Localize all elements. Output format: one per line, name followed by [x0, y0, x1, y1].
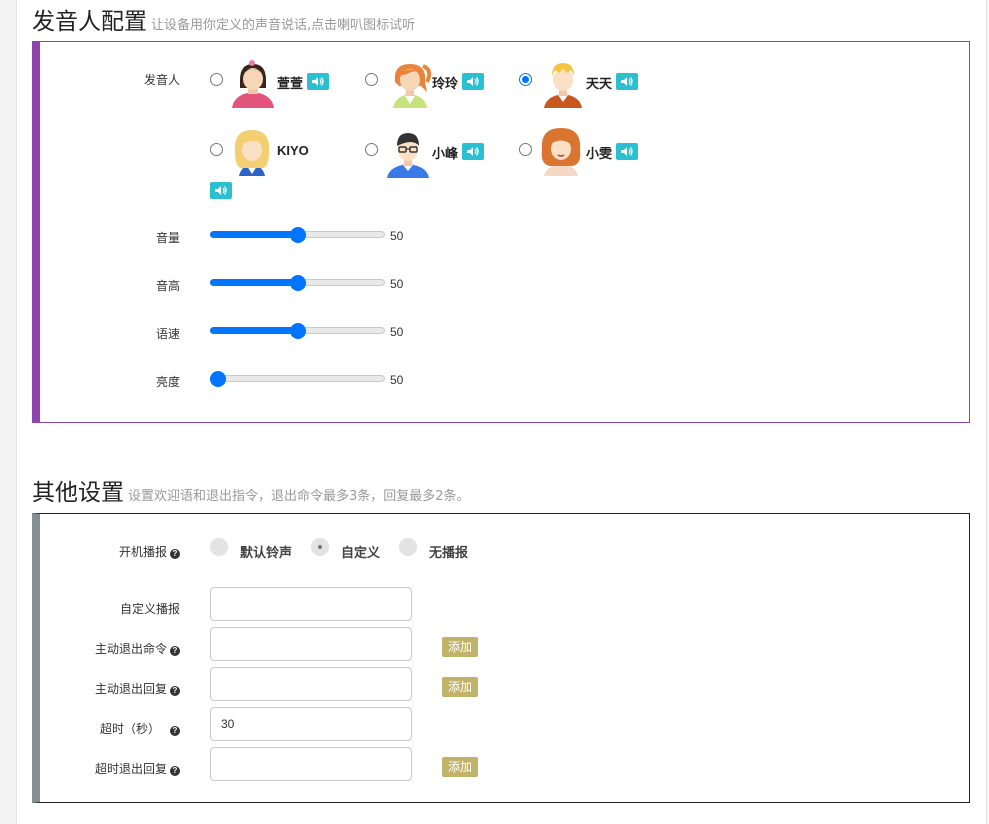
timeout-reply-input[interactable] [210, 747, 412, 781]
other-section-title: 其他设置 设置欢迎语和退出指令，退出命令最多3条，回复最多2条。 [32, 480, 470, 506]
boy-blond-avatar-icon [544, 63, 582, 108]
slider-label-brightness: 亮度 [155, 375, 180, 389]
voice-radio-xuanxuan[interactable] [210, 73, 223, 86]
add-timeout-reply-button[interactable]: 添加 [442, 757, 478, 777]
exit-command-input[interactable] [210, 627, 412, 661]
voice-name-lingling: 玲玲 [432, 76, 459, 91]
voice-name-xuanxuan: 萱萱 [277, 76, 304, 91]
woman-curly-avatar-icon [541, 128, 581, 176]
boot-option-custom-label: 自定义 [341, 545, 381, 560]
speed-value: 50 [390, 325, 404, 339]
voice-label: 发音人 [143, 73, 180, 87]
voice-radio-tiantian[interactable] [519, 73, 532, 86]
slider-label-speed: 语速 [155, 327, 180, 341]
boot-option-default-radio[interactable] [210, 538, 228, 556]
boot-option-custom-radio[interactable] [311, 538, 329, 556]
add-exit-reply-button[interactable]: 添加 [442, 677, 478, 697]
brightness-value: 50 [390, 373, 404, 387]
custom-boot-label: 自定义播报 [119, 602, 180, 616]
boot-option-none-label: 无播报 [429, 545, 469, 560]
slider-label-volume: 音量 [155, 231, 180, 245]
exit-reply-input[interactable] [210, 667, 412, 701]
voice-name-xiaofeng: 小峰 [432, 146, 459, 161]
timeout-label: 超时（秒）? [40, 720, 180, 737]
help-icon[interactable]: ? [170, 686, 180, 696]
voice-name-xiaowen: 小雯 [586, 146, 613, 161]
timeout-reply-label: 超时退出回复? [40, 760, 180, 777]
speaker-icon[interactable] [462, 73, 484, 90]
voice-name-kiyo: KIYO [277, 143, 309, 158]
voice-radio-lingling[interactable] [365, 73, 378, 86]
voice-name-tiantian: 天天 [586, 76, 613, 91]
voice-radio-xiaofeng[interactable] [365, 143, 378, 156]
boot-option-none-radio[interactable] [399, 538, 417, 556]
boot-option-default-label: 默认铃声 [240, 545, 293, 560]
speed-slider[interactable] [210, 323, 385, 339]
help-icon[interactable]: ? [170, 549, 180, 559]
girl-ponytail-avatar-icon [393, 64, 432, 108]
volume-slider[interactable] [210, 227, 385, 243]
custom-boot-input[interactable] [210, 587, 412, 621]
timeout-input[interactable]: 30 [210, 707, 412, 741]
speaker-icon[interactable] [307, 73, 329, 90]
pitch-slider[interactable] [210, 275, 385, 291]
speaker-icon[interactable] [462, 143, 484, 160]
pitch-value: 50 [390, 277, 404, 291]
slider-label-pitch: 音高 [155, 279, 180, 293]
other-section-subtitle: 设置欢迎语和退出指令，退出命令最多3条，回复最多2条。 [128, 489, 470, 504]
speaker-icon[interactable] [210, 182, 232, 199]
exit-command-label: 主动退出命令? [40, 640, 180, 657]
exit-reply-label: 主动退出回复? [40, 680, 180, 697]
speaker-icon[interactable] [616, 73, 638, 90]
girl-blonde-avatar-icon [234, 130, 270, 176]
girl-pink-avatar-icon [232, 60, 274, 108]
help-icon[interactable]: ? [170, 646, 180, 656]
add-exit-command-button[interactable]: 添加 [442, 637, 478, 657]
boy-glasses-avatar-icon [387, 133, 429, 178]
boot-broadcast-label: 开机播报? [40, 543, 180, 560]
volume-value: 50 [390, 229, 404, 243]
speaker-icon[interactable] [616, 143, 638, 160]
help-icon[interactable]: ? [170, 726, 180, 736]
brightness-slider[interactable] [210, 371, 385, 387]
voice-section-title: 发音人配置 让设备用你定义的声音说话,点击喇叭图标试听 [32, 9, 416, 35]
voice-radio-kiyo[interactable] [210, 143, 223, 156]
help-icon[interactable]: ? [170, 766, 180, 776]
voice-radio-xiaowen[interactable] [519, 143, 532, 156]
voice-section-subtitle: 让设备用你定义的声音说话,点击喇叭图标试听 [151, 18, 416, 33]
